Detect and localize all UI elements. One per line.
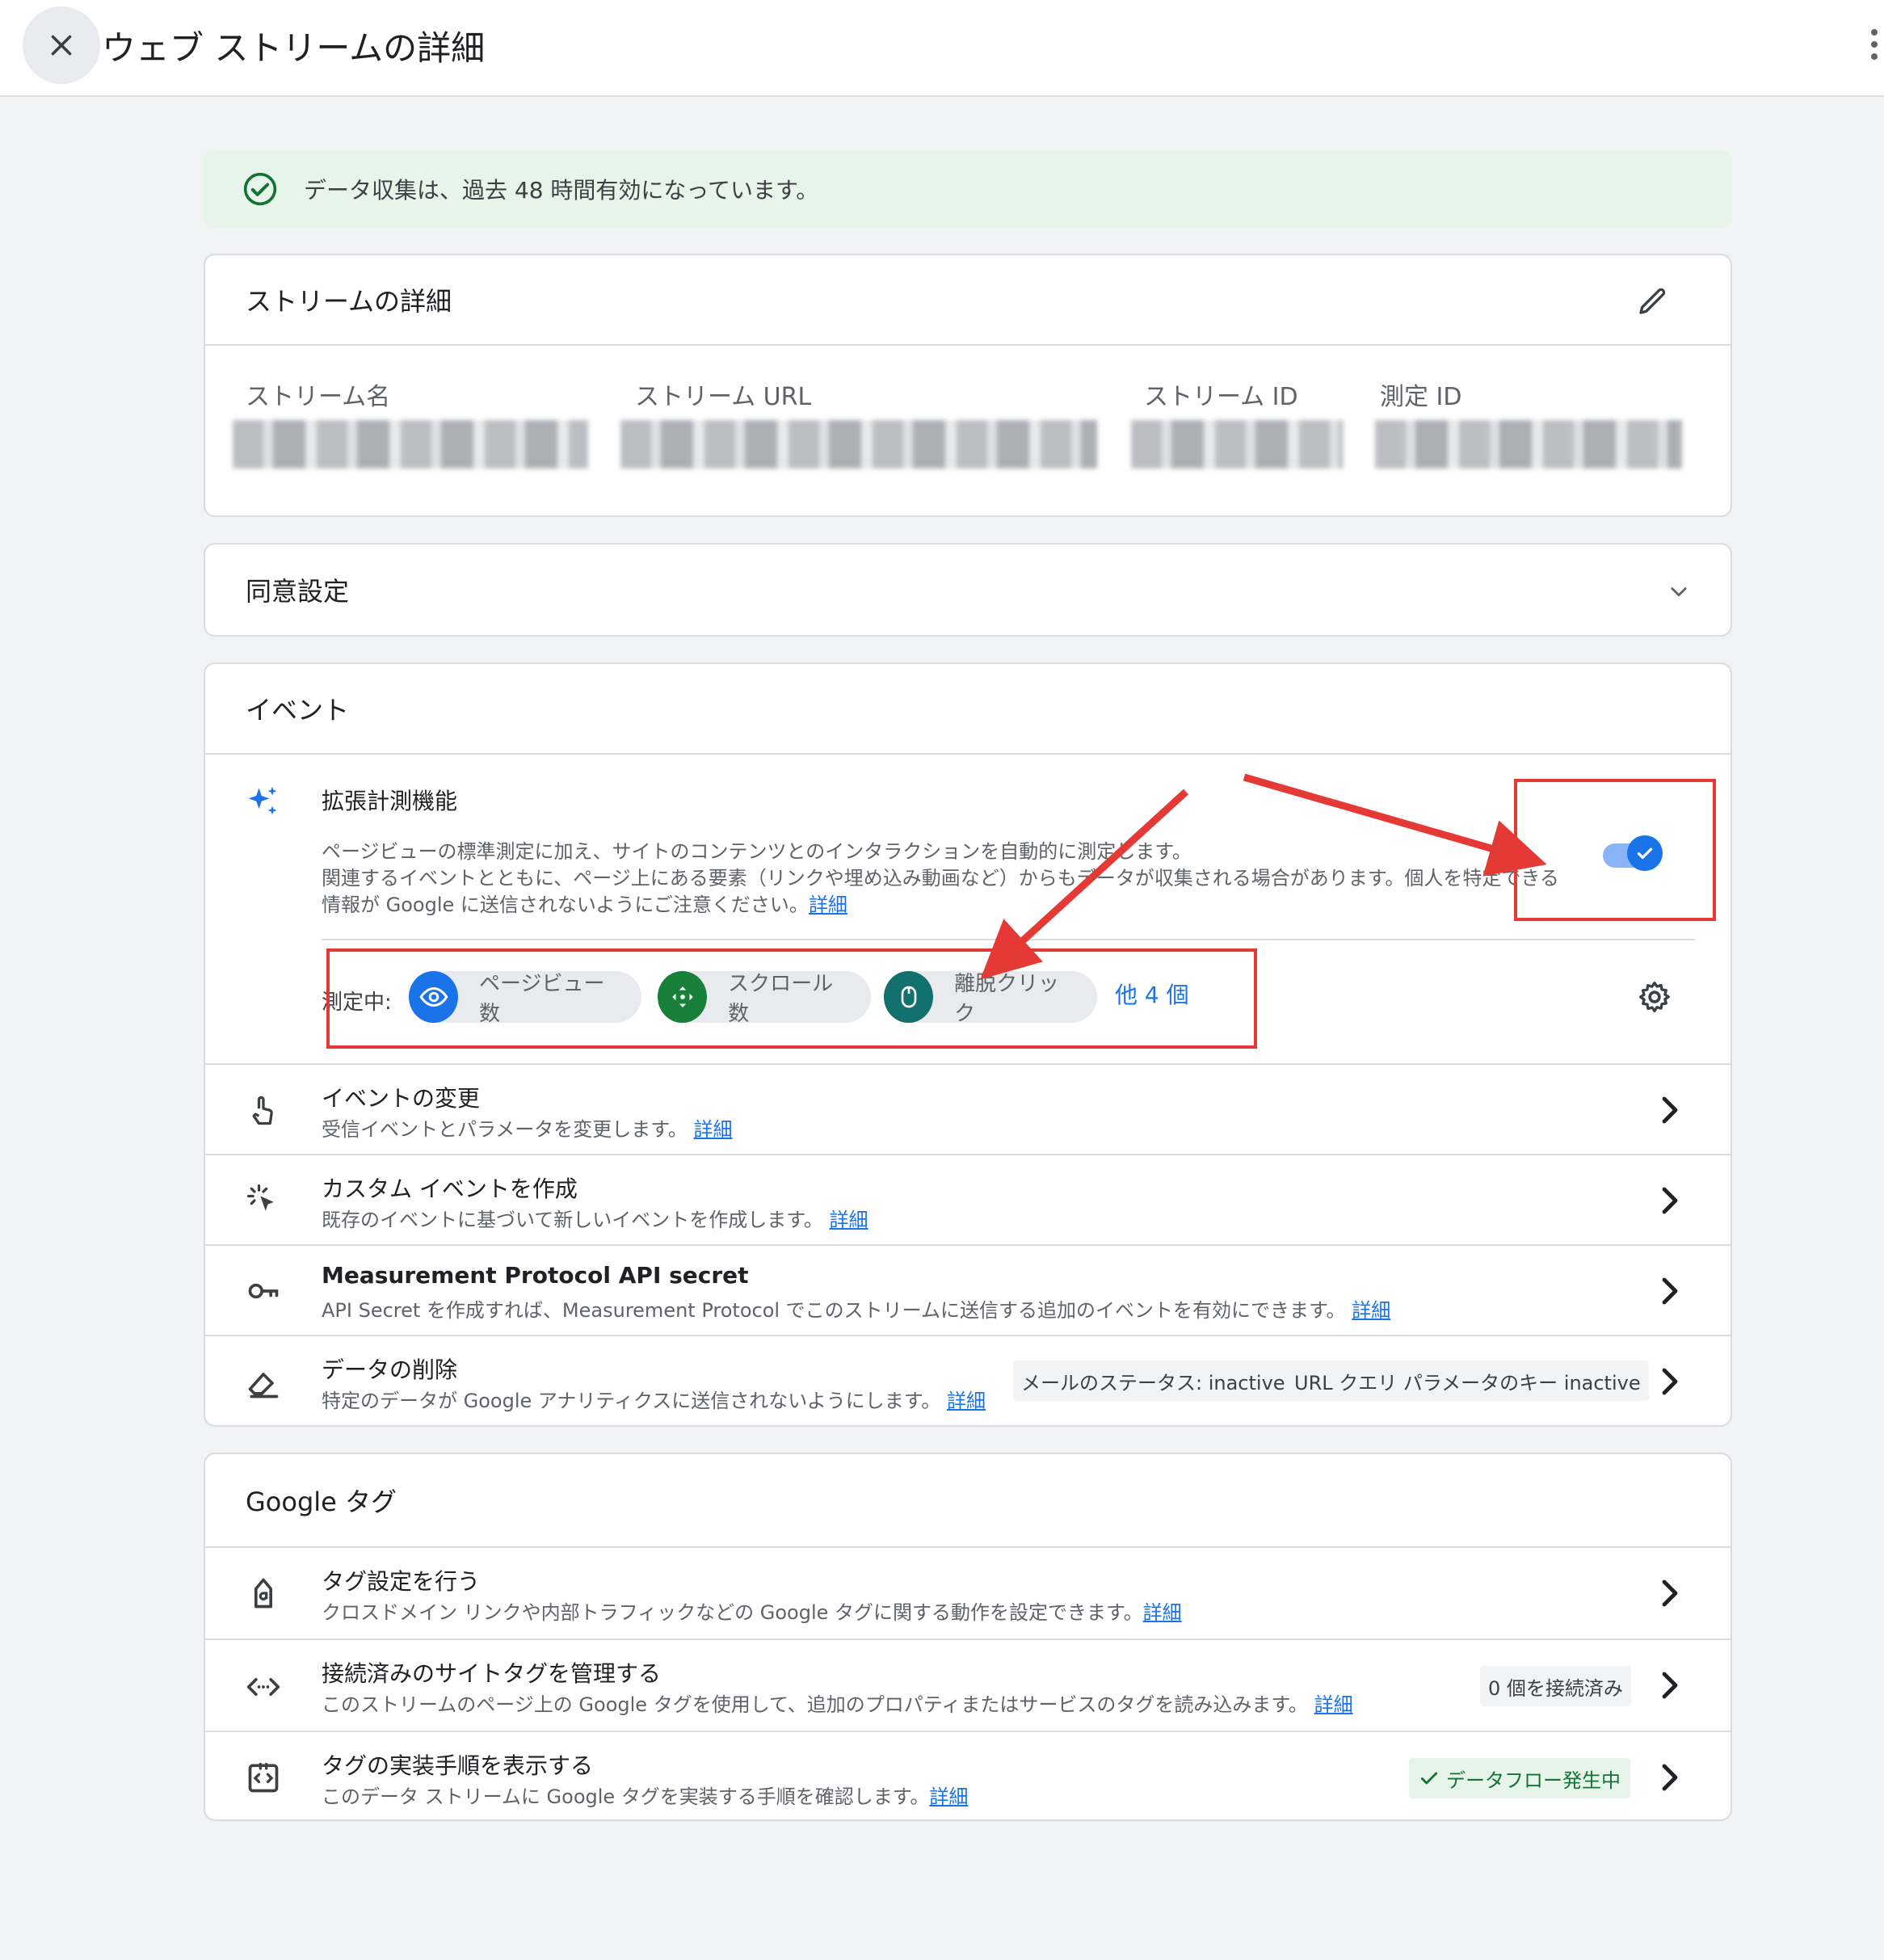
- enhanced-measurement-description: ページビューの標準測定に加え、サイトのコンテンツとのインタラクションを自動的に測…: [322, 840, 1559, 916]
- consent-settings-card[interactable]: 同意設定: [204, 543, 1732, 637]
- chevron-right-icon: [1662, 1579, 1678, 1607]
- learn-more-link[interactable]: 詳細: [929, 1785, 968, 1808]
- code-icon: [246, 1678, 280, 1696]
- annotation-chips-box: [326, 948, 1257, 1049]
- stream-url-label: ストリーム URL: [635, 383, 812, 411]
- banner-text: データ収集は、過去 48 時間有効になっています。: [304, 177, 819, 204]
- chevron-right-icon: [1662, 1368, 1678, 1395]
- chevron-right-icon: [1662, 1764, 1678, 1791]
- list-item-connected-site-tags[interactable]: 接続済みのサイトタグを管理する このストリームのページ上の Google タグを…: [205, 1638, 1731, 1731]
- stream-details-card: ストリームの詳細 ストリーム名 ストリーム URL ストリーム ID 測定 ID: [204, 254, 1732, 517]
- list-item-tag-settings[interactable]: タグ設定を行う クロスドメイン リンクや内部トラフィックなどの Google タ…: [205, 1546, 1731, 1638]
- more-menu-button[interactable]: [1868, 29, 1884, 65]
- card-header: イベント: [205, 664, 1731, 755]
- measurement-id-label: 測定 ID: [1380, 383, 1462, 411]
- learn-more-link[interactable]: 詳細: [1352, 1299, 1390, 1322]
- stream-id-value-redacted: [1131, 420, 1343, 469]
- chevron-right-icon: [1662, 1187, 1678, 1214]
- learn-more-link[interactable]: 詳細: [947, 1390, 986, 1412]
- list-item-create-custom-event[interactable]: カスタム イベントを作成 既存のイベントに基づいて新しいイベントを作成します。 …: [205, 1154, 1731, 1244]
- card-header: ストリームの詳細: [205, 255, 1731, 346]
- chevron-down-icon[interactable]: [1667, 580, 1690, 603]
- gear-icon[interactable]: [1637, 979, 1672, 1015]
- close-button[interactable]: [23, 6, 100, 84]
- click-sparkle-icon: [247, 1184, 274, 1211]
- eraser-icon: [248, 1373, 279, 1398]
- card-header: Google タグ: [205, 1454, 1731, 1546]
- list-item-modify-events[interactable]: イベントの変更 受信イベントとパラメータを変更します。 詳細: [205, 1063, 1731, 1154]
- google-tag-title: Google タグ: [246, 1487, 397, 1517]
- touch-icon: [252, 1096, 273, 1125]
- learn-more-link[interactable]: 詳細: [830, 1209, 868, 1231]
- tag-icon: [254, 1578, 272, 1609]
- enhanced-measurement-title: 拡張計測機能: [322, 788, 458, 814]
- learn-more-link[interactable]: 詳細: [694, 1118, 733, 1141]
- status-banner: データ収集は、過去 48 時間有効になっています。: [204, 150, 1732, 228]
- learn-more-link[interactable]: 詳細: [809, 894, 847, 916]
- check-icon: [1420, 1772, 1438, 1785]
- stream-url-value-redacted: [620, 420, 1097, 469]
- stream-name-label: ストリーム名: [246, 383, 391, 411]
- stream-name-value-redacted: [233, 420, 588, 469]
- learn-more-link[interactable]: 詳細: [1314, 1693, 1353, 1716]
- events-title: イベント: [246, 695, 350, 726]
- learn-more-link[interactable]: 詳細: [1143, 1601, 1182, 1624]
- edit-icon[interactable]: [1637, 284, 1669, 317]
- chevron-right-icon: [1662, 1096, 1678, 1124]
- google-tag-card: Google タグ タグ設定を行う クロスドメイン リンクや内部トラフィックなど…: [204, 1453, 1732, 1821]
- code-box-icon: [248, 1762, 279, 1793]
- list-item-installation-instructions[interactable]: タグの実装手順を表示する このデータ ストリームに Google タグを実装する…: [205, 1731, 1731, 1819]
- key-icon: [248, 1283, 279, 1299]
- app-header: ウェブ ストリームの詳細: [0, 0, 1884, 97]
- connected-count-badge: 0 個を接続済み: [1480, 1666, 1631, 1706]
- more-vert-icon: [1871, 29, 1878, 36]
- check-circle-icon: [243, 172, 277, 206]
- status-badge: メールのステータス: inactive: [1013, 1361, 1293, 1401]
- close-icon: [51, 35, 72, 56]
- stream-details-title: ストリームの詳細: [246, 286, 452, 317]
- chevron-right-icon: [1662, 1277, 1678, 1305]
- annotation-toggle-box: [1514, 779, 1716, 921]
- card-header: 同意設定: [205, 545, 1731, 635]
- measurement-id-value-redacted: [1375, 420, 1682, 469]
- sparkle-icon: [248, 786, 277, 815]
- page-title: ウェブ ストリームの詳細: [102, 28, 486, 68]
- list-item-data-redaction[interactable]: データの削除 特定のデータが Google アナリティクスに送信されないようにし…: [205, 1335, 1731, 1425]
- chevron-right-icon: [1662, 1672, 1678, 1699]
- consent-title: 同意設定: [246, 576, 350, 607]
- status-badge: URL クエリ パラメータのキー inactive: [1286, 1361, 1649, 1401]
- stream-id-label: ストリーム ID: [1144, 383, 1298, 411]
- divider: [322, 939, 1695, 940]
- list-item-measurement-protocol[interactable]: Measurement Protocol API secret API Secr…: [205, 1244, 1731, 1335]
- data-flowing-badge: データフロー発生中: [1409, 1758, 1630, 1798]
